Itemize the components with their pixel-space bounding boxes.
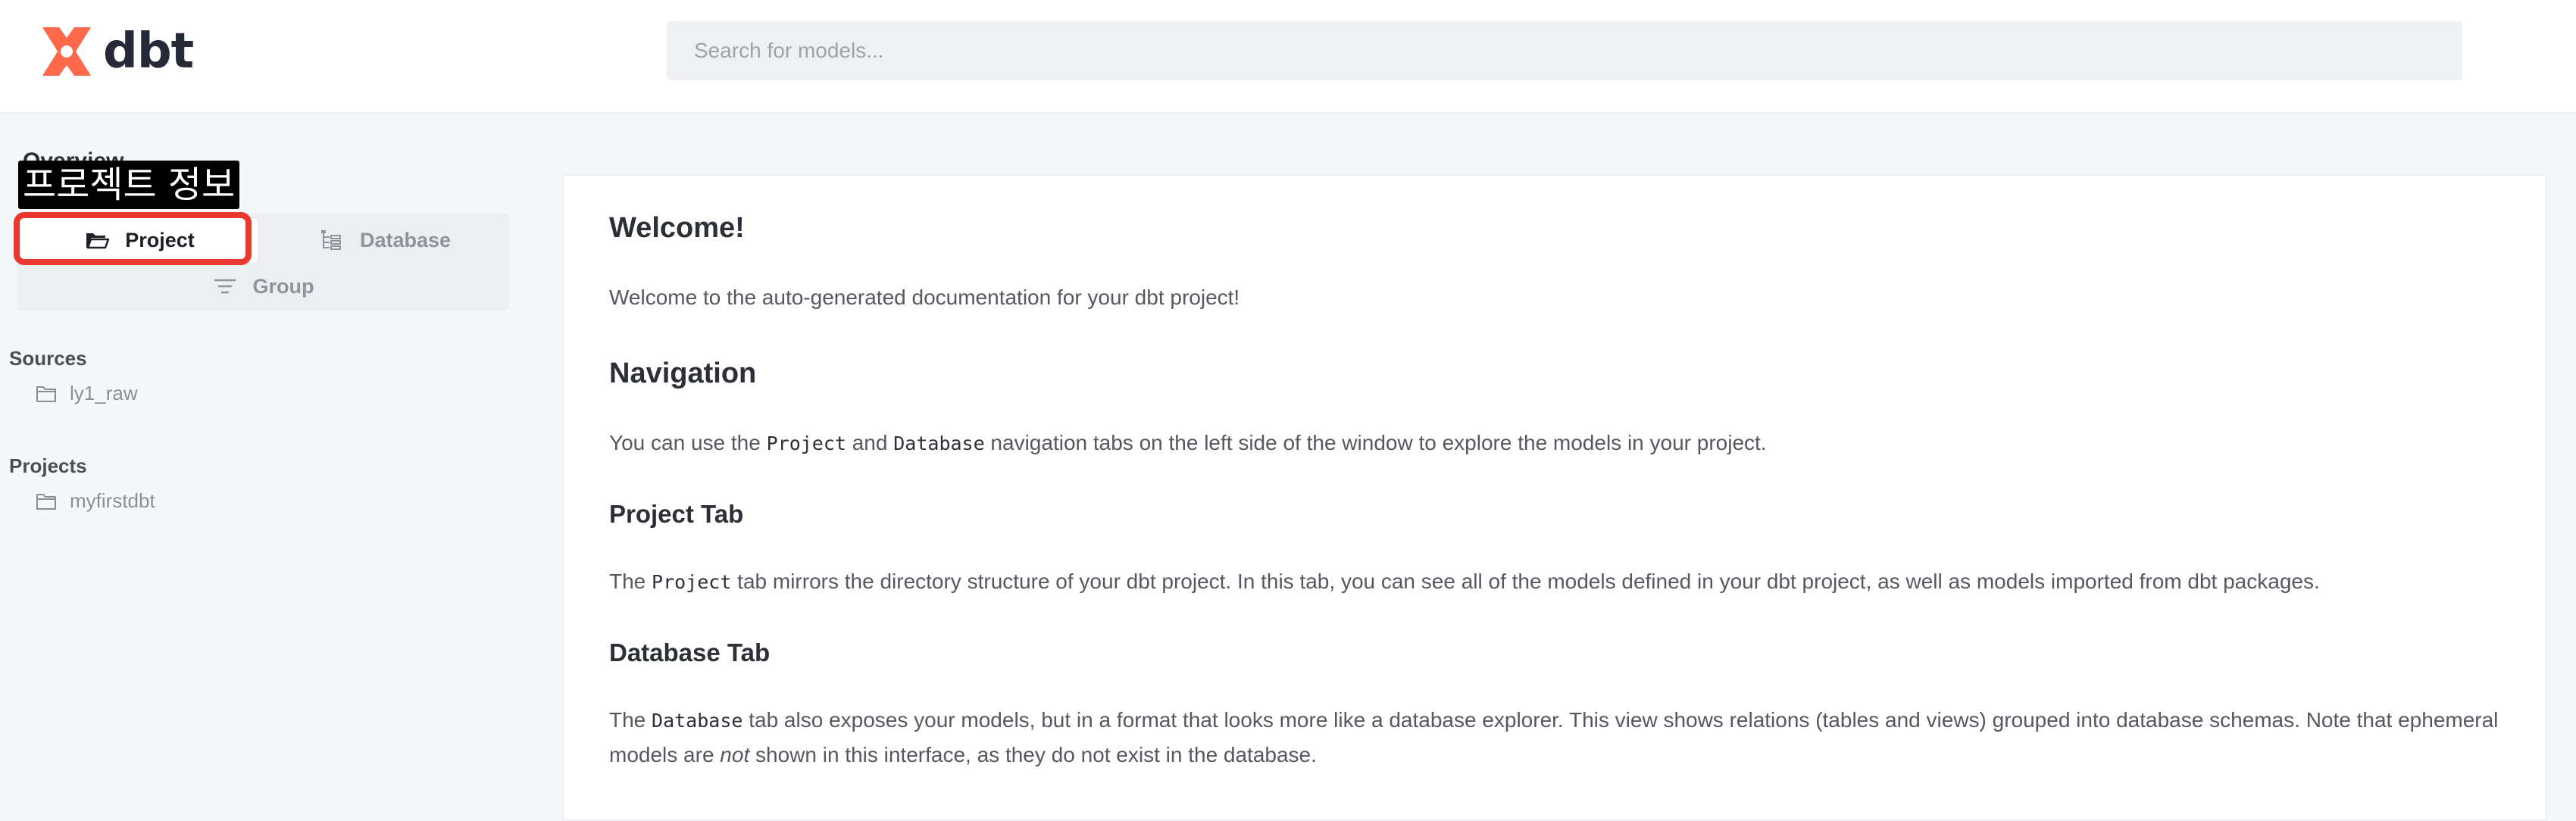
project-text-part: tab mirrors the directory structure of y…: [731, 570, 2320, 593]
db-emphasis: not: [720, 743, 750, 766]
project-tab-title: Project Tab: [609, 500, 744, 528]
top-bar: dbt: [0, 0, 2576, 114]
tree-structure-icon: [320, 230, 341, 250]
brand-name: dbt: [103, 23, 194, 80]
projects-header: Projects: [9, 454, 87, 477]
folder-icon: [36, 386, 56, 402]
source-item-label: ly1_raw: [70, 382, 138, 404]
nav-code-database: Database: [893, 432, 985, 454]
nav-text-part: and: [846, 431, 894, 454]
tab-database[interactable]: Database: [267, 218, 503, 262]
search-input[interactable]: [667, 38, 2462, 64]
database-tab-text: The Database tab also exposes your model…: [609, 703, 2503, 772]
db-text-part: shown in this interface, as they do not …: [749, 743, 1317, 766]
search-bar: [667, 21, 2462, 80]
tab-project[interactable]: Project: [21, 218, 258, 262]
main-content: Welcome! Welcome to the auto-generated d…: [562, 174, 2547, 821]
project-tab-text: The Project tab mirrors the directory st…: [609, 564, 2503, 599]
view-tabs: Project Database Group: [17, 214, 509, 311]
project-code: Project: [652, 571, 732, 593]
tab-group-label: Group: [252, 274, 314, 298]
tab-group[interactable]: Group: [21, 265, 505, 307]
welcome-title: Welcome!: [609, 212, 745, 244]
tab-project-label: Project: [125, 228, 195, 251]
sources-header: Sources: [9, 347, 87, 370]
folder-icon: [36, 493, 56, 510]
db-text-part: The: [609, 708, 652, 732]
welcome-text: Welcome to the auto-generated documentat…: [609, 286, 1240, 309]
folder-open-icon: [86, 233, 110, 249]
project-text-part: The: [609, 570, 652, 593]
nav-code-project: Project: [766, 432, 846, 454]
nav-text-part: You can use the: [609, 431, 767, 454]
annotation-label: 프로젝트 정보: [18, 161, 240, 209]
source-item-ly1-raw[interactable]: ly1_raw: [35, 382, 138, 405]
nav-text-part: navigation tabs on the left side of the …: [984, 431, 1767, 454]
navigation-text: You can use the Project and Database nav…: [609, 426, 2503, 460]
dbt-logo[interactable]: dbt: [36, 21, 194, 82]
tab-database-label: Database: [359, 228, 452, 251]
project-item-label: myfirstdbt: [70, 489, 155, 512]
database-tab-title: Database Tab: [609, 638, 771, 666]
navigation-title: Navigation: [609, 357, 757, 389]
dbt-logo-icon: [42, 27, 91, 76]
filter-lines-icon: [214, 279, 236, 294]
db-code: Database: [652, 710, 743, 732]
project-item-myfirstdbt[interactable]: myfirstdbt: [35, 489, 155, 513]
sidebar: Overview 프로젝트 정보 Project Database Gro: [0, 114, 530, 786]
